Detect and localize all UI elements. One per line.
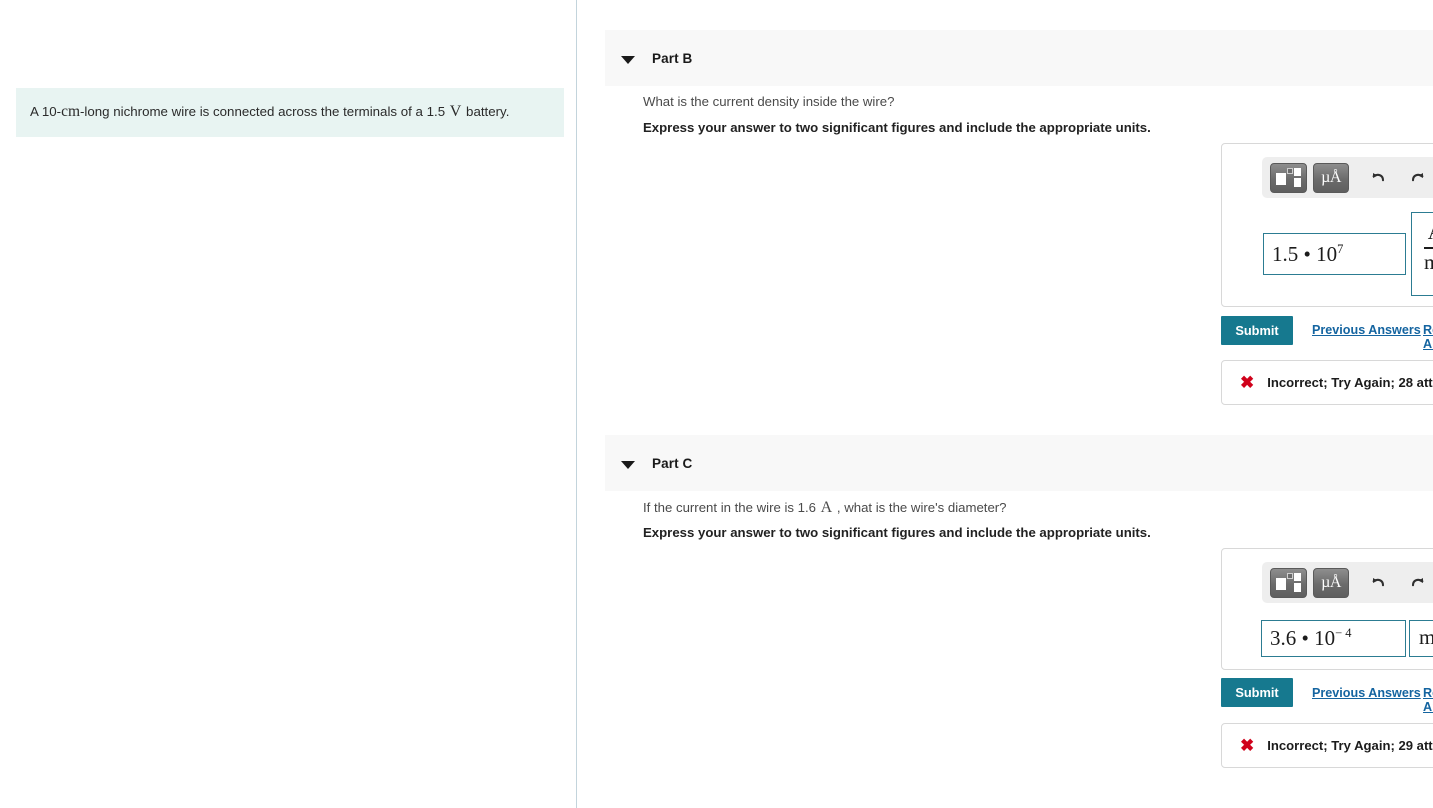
chevron-down-icon[interactable] bbox=[621, 51, 635, 65]
math-template-icon[interactable] bbox=[1270, 162, 1307, 193]
error-x-icon: ✖ bbox=[1240, 373, 1255, 392]
feedback-box-b: ✖ Incorrect; Try Again; 28 attempts rema… bbox=[1221, 360, 1433, 405]
answer-value-input-b[interactable]: 1.5 • 107 bbox=[1263, 233, 1406, 275]
right-content-panel: Part B What is the current density insid… bbox=[578, 0, 1433, 808]
instruction-text-b: Express your answer to two significant f… bbox=[643, 120, 1151, 135]
units-icon-label: µÅ bbox=[1321, 168, 1341, 186]
math-toolbar-b: µÅ ? bbox=[1262, 157, 1433, 198]
feedback-text-b: Incorrect; Try Again; 28 attempts remain… bbox=[1267, 375, 1433, 390]
error-x-icon: ✖ bbox=[1240, 736, 1255, 755]
units-icon[interactable]: µÅ bbox=[1312, 567, 1350, 598]
problem-unit-cm: cm bbox=[61, 103, 80, 120]
units-icon-label: µÅ bbox=[1321, 573, 1341, 591]
undo-icon[interactable] bbox=[1360, 163, 1394, 193]
part-title-c: Part C bbox=[652, 455, 693, 471]
problem-statement: A 10-cm-long nichrome wire is connected … bbox=[16, 88, 564, 137]
request-answer-link-b[interactable]: Request Answer bbox=[1423, 323, 1433, 351]
answer-unit-input-b[interactable]: A m2 bbox=[1411, 212, 1433, 296]
submit-button-b[interactable]: Submit bbox=[1221, 316, 1293, 345]
feedback-box-c: ✖ Incorrect; Try Again; 29 attempts rema… bbox=[1221, 723, 1433, 768]
submit-button-c[interactable]: Submit bbox=[1221, 678, 1293, 707]
left-problem-panel: A 10-cm-long nichrome wire is connected … bbox=[0, 0, 577, 808]
answer-widget-b: µÅ ? J = bbox=[1221, 143, 1433, 307]
part-header-c[interactable]: Part C bbox=[605, 435, 1433, 491]
math-template-icon[interactable] bbox=[1270, 567, 1307, 598]
previous-answers-link-b[interactable]: Previous Answers bbox=[1312, 323, 1421, 337]
problem-text-mid: -long nichrome wire is connected across … bbox=[80, 104, 449, 119]
redo-icon[interactable] bbox=[1402, 568, 1433, 598]
answer-value-input-c[interactable]: 3.6 • 10− 4 bbox=[1261, 620, 1406, 657]
problem-text-before: A 10- bbox=[30, 104, 62, 119]
undo-icon[interactable] bbox=[1360, 568, 1394, 598]
unit-fraction-b: A m2 bbox=[1424, 220, 1433, 274]
feedback-text-c: Incorrect; Try Again; 29 attempts remain… bbox=[1267, 738, 1433, 753]
part-header-b[interactable]: Part B bbox=[605, 30, 1433, 86]
request-answer-link-c[interactable]: Request Answer bbox=[1423, 686, 1433, 714]
answer-unit-input-c[interactable]: m bbox=[1409, 620, 1433, 657]
instruction-text-c: Express your answer to two significant f… bbox=[643, 525, 1151, 540]
page-root: A 10-cm-long nichrome wire is connected … bbox=[0, 0, 1433, 808]
fraction-bar bbox=[1424, 247, 1433, 249]
question-unit-ampere: A bbox=[820, 499, 833, 516]
redo-icon[interactable] bbox=[1402, 163, 1433, 193]
part-title-b: Part B bbox=[652, 50, 693, 66]
unit-numerator-b: A bbox=[1424, 220, 1433, 244]
question-text-c: If the current in the wire is 1.6 A , wh… bbox=[643, 499, 1007, 516]
chevron-down-icon[interactable] bbox=[621, 456, 635, 470]
problem-unit-volt: V bbox=[449, 103, 462, 120]
question-text-b: What is the current density inside the w… bbox=[643, 94, 895, 109]
unit-denominator-b: m2 bbox=[1424, 249, 1433, 274]
math-toolbar-c: µÅ ? bbox=[1262, 562, 1433, 603]
previous-answers-link-c[interactable]: Previous Answers bbox=[1312, 686, 1421, 700]
units-icon[interactable]: µÅ bbox=[1312, 162, 1350, 193]
problem-text-after: battery. bbox=[462, 104, 510, 119]
